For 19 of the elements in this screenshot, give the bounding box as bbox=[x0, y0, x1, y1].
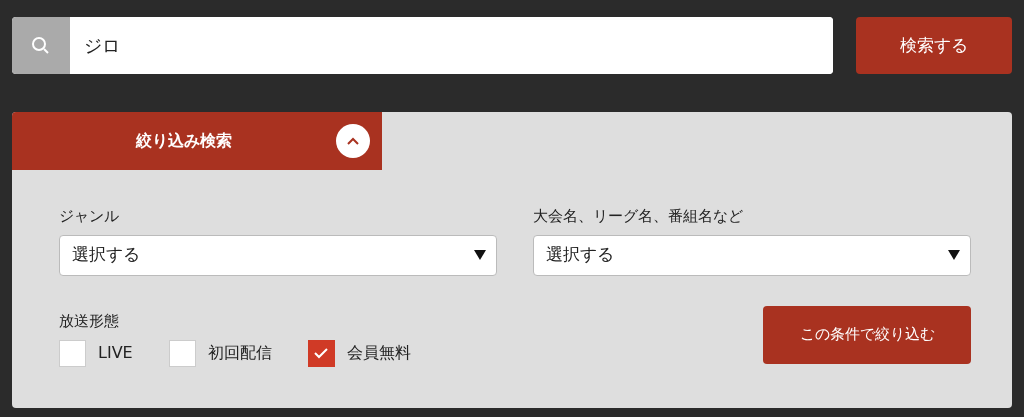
chevron-up-icon bbox=[347, 137, 359, 145]
search-icon bbox=[31, 35, 51, 56]
caret-icon bbox=[474, 250, 486, 260]
filter-title: 絞り込み検索 bbox=[134, 130, 233, 152]
field-label: 放送形態 bbox=[59, 311, 119, 332]
checkbox-label: 初回配信 bbox=[207, 342, 272, 364]
apply-button[interactable]: この条件で絞り込む bbox=[763, 305, 971, 364]
search-button[interactable]: 検索する bbox=[856, 17, 1012, 74]
collapse-toggle[interactable] bbox=[336, 124, 370, 158]
select-dropdown[interactable]: 選択する bbox=[533, 234, 971, 276]
checkbox-label: LIVE bbox=[98, 342, 133, 364]
checkbox-label: 会員無料 bbox=[346, 342, 411, 364]
search-field[interactable]: ジロ bbox=[12, 17, 833, 74]
checkbox[interactable] bbox=[307, 339, 335, 367]
field-label: 大会名、リーグ名、番組名など bbox=[533, 206, 743, 227]
caret-icon bbox=[948, 250, 960, 260]
checkmark-icon bbox=[314, 347, 329, 359]
field-label: ジャンル bbox=[59, 206, 119, 227]
select-dropdown[interactable]: 選択する bbox=[59, 234, 497, 276]
